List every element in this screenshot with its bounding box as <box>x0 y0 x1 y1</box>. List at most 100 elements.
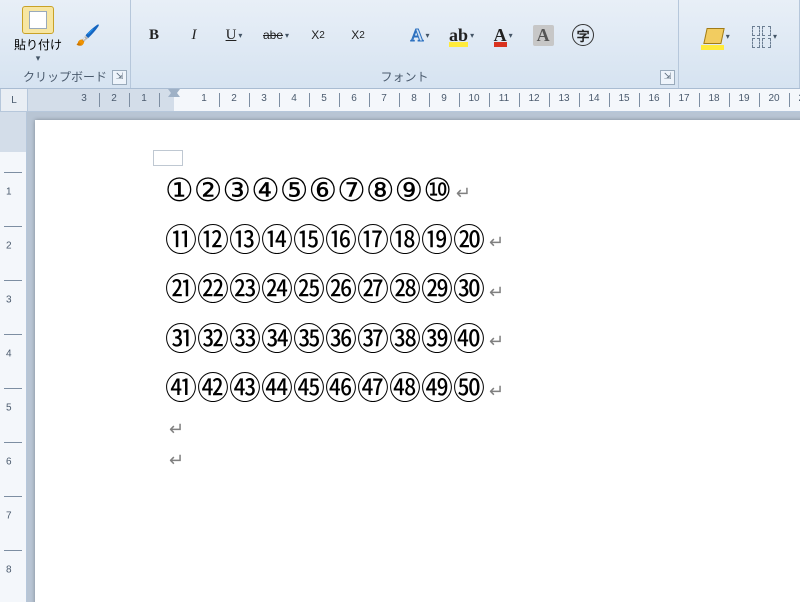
chevron-down-icon: ▾ <box>773 32 777 41</box>
cursor-position-box <box>153 150 183 166</box>
ruler-tick <box>4 172 22 173</box>
ruler-left-margin <box>28 89 174 111</box>
ruler-number: 16 <box>648 93 659 104</box>
ruler-tick <box>789 93 790 107</box>
ruler-number: 3 <box>81 93 87 104</box>
borders-button[interactable]: ▾ <box>748 26 781 48</box>
paragraph-mark: ↵ <box>165 414 800 445</box>
ruler-tick <box>639 93 640 107</box>
vertical-ruler[interactable]: 12345678 <box>0 112 27 602</box>
ruler-tick <box>609 93 610 107</box>
ruler-number: 20 <box>768 93 779 104</box>
ruler-number: 1 <box>201 93 207 104</box>
work-area: 12345678 ①②③④⑤⑥⑦⑧⑨⑩↵⑪⑫⑬⑭⑮⑯⑰⑱⑲⑳↵㉑㉒㉓㉔㉕㉖㉗㉘㉙… <box>0 112 800 602</box>
ruler-number: 6 <box>6 457 12 468</box>
ruler-number: 15 <box>618 93 629 104</box>
hanging-indent-marker[interactable] <box>168 89 180 97</box>
ruler-tick <box>369 93 370 107</box>
paragraph-mark: ↵ <box>489 282 504 302</box>
ruler-number: 5 <box>321 93 327 104</box>
paragraph-mark: ↵ <box>456 183 471 203</box>
strikethrough-button[interactable]: abe▾ <box>259 24 293 46</box>
chevron-down-icon: ▾ <box>36 53 41 64</box>
borders-icon <box>752 26 771 48</box>
ruler-tick <box>759 93 760 107</box>
ruler-number: 1 <box>141 93 147 104</box>
document-line[interactable]: ㉛㉜㉝㉞㉟㊱㊲㊳㊴㊵↵ <box>165 315 800 365</box>
ruler-tick <box>4 226 22 227</box>
document-line[interactable]: ㊶㊷㊸㊹㊺㊻㊼㊽㊾㊿↵ <box>165 364 800 414</box>
ruler-number: 5 <box>6 403 12 414</box>
page-viewport[interactable]: ①②③④⑤⑥⑦⑧⑨⑩↵⑪⑫⑬⑭⑮⑯⑰⑱⑲⑳↵㉑㉒㉓㉔㉕㉖㉗㉘㉙㉚↵㉛㉜㉝㉞㉟㊱㊲… <box>27 112 800 602</box>
ruler-tick <box>309 93 310 107</box>
chevron-down-icon: ▾ <box>285 31 289 40</box>
font-dialog-launcher[interactable] <box>660 70 675 85</box>
chevron-down-icon: ▾ <box>726 32 730 41</box>
tab-selector[interactable]: L <box>0 89 28 112</box>
ruler-number: 11 <box>499 93 509 104</box>
highlight-button[interactable]: ab▾ <box>445 24 478 46</box>
ruler-number: 4 <box>291 93 297 104</box>
ruler-number: 12 <box>528 93 539 104</box>
document-line[interactable]: ㉑㉒㉓㉔㉕㉖㉗㉘㉙㉚↵ <box>165 265 800 315</box>
clipboard-group-label: クリップボード <box>23 70 107 84</box>
ruler-tick <box>4 334 22 335</box>
ruler-number: 4 <box>6 349 12 360</box>
ruler-number: 10 <box>468 93 479 104</box>
paste-button[interactable]: 貼り付け ▾ <box>8 4 68 66</box>
tab-selector-label: L <box>11 95 17 106</box>
paint-bucket-icon <box>701 26 724 48</box>
ruler-tick <box>249 93 250 107</box>
ruler-top-margin <box>0 112 26 152</box>
paragraph-mark: ↵ <box>165 445 800 476</box>
ruler-number: 14 <box>588 93 599 104</box>
ruler-number: 2 <box>111 93 117 104</box>
document-page[interactable]: ①②③④⑤⑥⑦⑧⑨⑩↵⑪⑫⑬⑭⑮⑯⑰⑱⑲⑳↵㉑㉒㉓㉔㉕㉖㉗㉘㉙㉚↵㉛㉜㉝㉞㉟㊱㊲… <box>35 120 800 602</box>
paragraph-mark: ↵ <box>489 232 504 252</box>
font-group: B I U▾ abe▾ X2 X2 A▾ ab▾ A▾ A 字 フォント <box>131 0 679 88</box>
text-effects-button[interactable]: A▾ <box>405 24 435 46</box>
ruler-number: 3 <box>261 93 267 104</box>
font-group-label: フォント <box>380 70 428 84</box>
italic-button[interactable]: I <box>179 24 209 46</box>
enclosed-characters-button[interactable]: 字 <box>568 24 598 46</box>
character-shading-button[interactable]: A <box>528 24 558 46</box>
ruler-row: L 32112345678910111213141516171819202122 <box>0 89 800 112</box>
paragraph-mark: ↵ <box>489 331 504 351</box>
chevron-down-icon: ▾ <box>509 31 513 40</box>
chevron-down-icon: ▾ <box>238 31 242 40</box>
enclosed-char-icon: 字 <box>572 24 594 46</box>
ruler-number: 9 <box>441 93 447 104</box>
highlight-a-icon: ab <box>449 25 468 46</box>
paste-icon <box>22 6 54 34</box>
fill-color-button[interactable]: ▾ <box>697 26 734 48</box>
ruler-tick <box>4 550 22 551</box>
format-painter-button[interactable]: 🖌️ <box>74 21 102 49</box>
bold-button[interactable]: B <box>139 24 169 46</box>
font-color-button[interactable]: A▾ <box>488 24 518 46</box>
ruler-number: 7 <box>6 511 12 522</box>
ruler-number: 8 <box>411 93 417 104</box>
clipboard-group: 貼り付け ▾ 🖌️ クリップボード <box>0 0 131 88</box>
document-line[interactable]: ①②③④⑤⑥⑦⑧⑨⑩↵ <box>165 166 800 216</box>
paragraph-group-partial: ▾ ▾ <box>679 0 800 88</box>
document-line[interactable]: ⑪⑫⑬⑭⑮⑯⑰⑱⑲⑳↵ <box>165 216 800 266</box>
ruler-number: 6 <box>351 93 357 104</box>
ruler-number: 17 <box>678 93 689 104</box>
ruler-tick <box>399 93 400 107</box>
ruler-number: 1 <box>6 187 12 198</box>
ruler-tick <box>429 93 430 107</box>
ruler-number: 13 <box>558 93 569 104</box>
ruler-tick <box>219 93 220 107</box>
ruler-tick <box>4 280 22 281</box>
ruler-tick <box>669 93 670 107</box>
superscript-button[interactable]: X2 <box>343 24 373 46</box>
ruler-tick <box>4 388 22 389</box>
horizontal-ruler[interactable]: 32112345678910111213141516171819202122 <box>28 89 800 112</box>
subscript-button[interactable]: X2 <box>303 24 333 46</box>
font-color-a-icon: A <box>494 25 507 46</box>
ruler-tick <box>99 93 100 107</box>
clipboard-dialog-launcher[interactable] <box>112 70 127 85</box>
ruler-number: 19 <box>738 93 749 104</box>
underline-button[interactable]: U▾ <box>219 24 249 46</box>
